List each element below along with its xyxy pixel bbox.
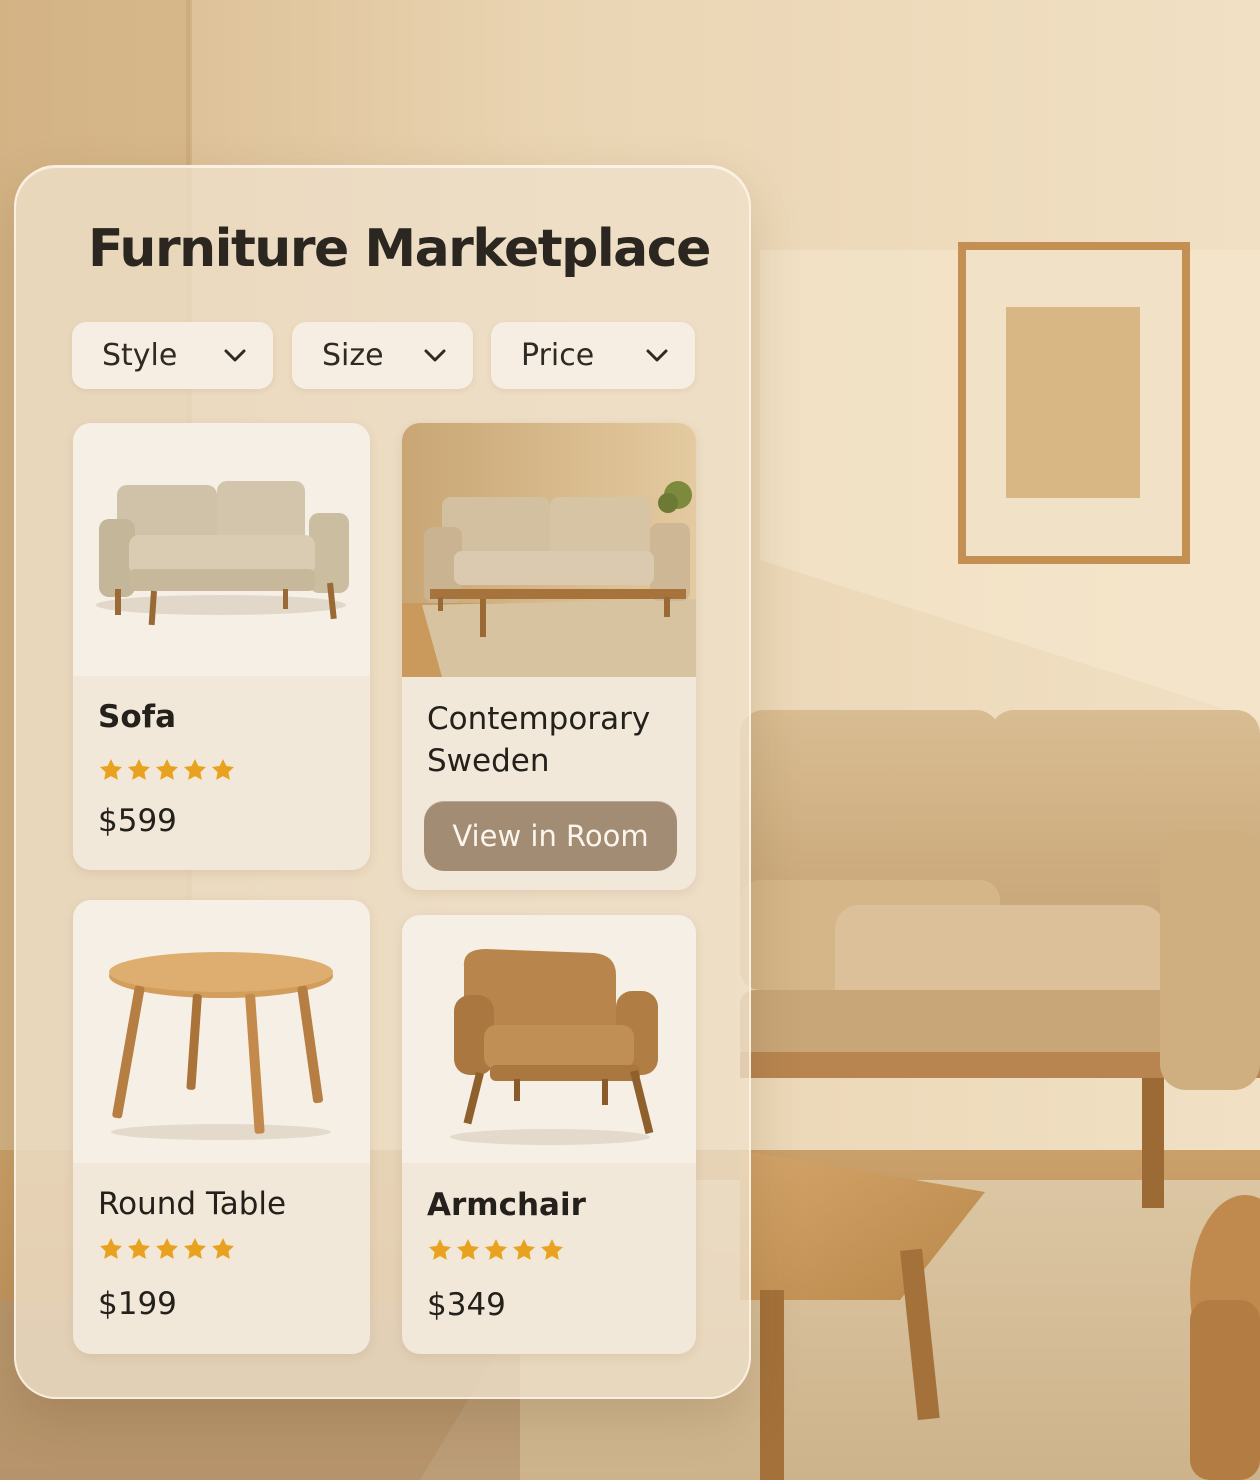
filter-style-dropdown[interactable]: Style (72, 322, 273, 389)
star-icon (211, 1237, 235, 1259)
product-name: Sofa (98, 699, 177, 735)
sofa-image (73, 423, 370, 676)
product-card-armchair[interactable]: Armchair $349 (402, 915, 696, 1354)
star-icon (155, 1237, 179, 1259)
star-icon (540, 1238, 564, 1260)
rating-stars (98, 1236, 236, 1262)
star-icon (99, 1237, 123, 1259)
filter-size-label: Size (322, 338, 384, 373)
star-icon (155, 758, 179, 780)
product-price: $599 (98, 803, 177, 839)
product-price: $199 (98, 1286, 177, 1322)
room-preview-image (402, 423, 696, 677)
view-in-room-button[interactable]: View in Room (424, 801, 677, 871)
product-card-contemporary-sweden[interactable]: Contemporary Sweden View in Room (402, 423, 696, 890)
filter-style-label: Style (102, 338, 178, 373)
armchair-image (402, 915, 696, 1163)
page-title: Furniture Marketplace (88, 219, 711, 279)
star-icon (512, 1238, 536, 1260)
star-icon (183, 1237, 207, 1259)
chevron-down-icon (646, 349, 668, 361)
star-icon (99, 758, 123, 780)
product-name: Round Table (98, 1186, 287, 1222)
chevron-down-icon (424, 349, 446, 361)
star-icon (127, 1237, 151, 1259)
marketplace-panel: Furniture Marketplace Style Size Price S… (14, 165, 751, 1399)
star-icon (428, 1238, 452, 1260)
filter-price-dropdown[interactable]: Price (491, 322, 695, 389)
rating-stars (427, 1237, 565, 1263)
chevron-down-icon (224, 349, 246, 361)
product-card-sofa[interactable]: Sofa $599 (73, 423, 370, 870)
round-table-image (73, 900, 370, 1163)
star-icon (211, 758, 235, 780)
filter-price-label: Price (521, 338, 595, 373)
filter-size-dropdown[interactable]: Size (292, 322, 473, 389)
rating-stars (98, 757, 236, 783)
product-name: Armchair (427, 1187, 586, 1223)
star-icon (183, 758, 207, 780)
product-name-line-1: Contemporary (427, 701, 651, 737)
product-name-line-2: Sweden (427, 743, 550, 779)
product-price: $349 (427, 1287, 506, 1323)
product-card-round-table[interactable]: Round Table $199 (73, 900, 370, 1354)
star-icon (127, 758, 151, 780)
star-icon (456, 1238, 480, 1260)
star-icon (484, 1238, 508, 1260)
